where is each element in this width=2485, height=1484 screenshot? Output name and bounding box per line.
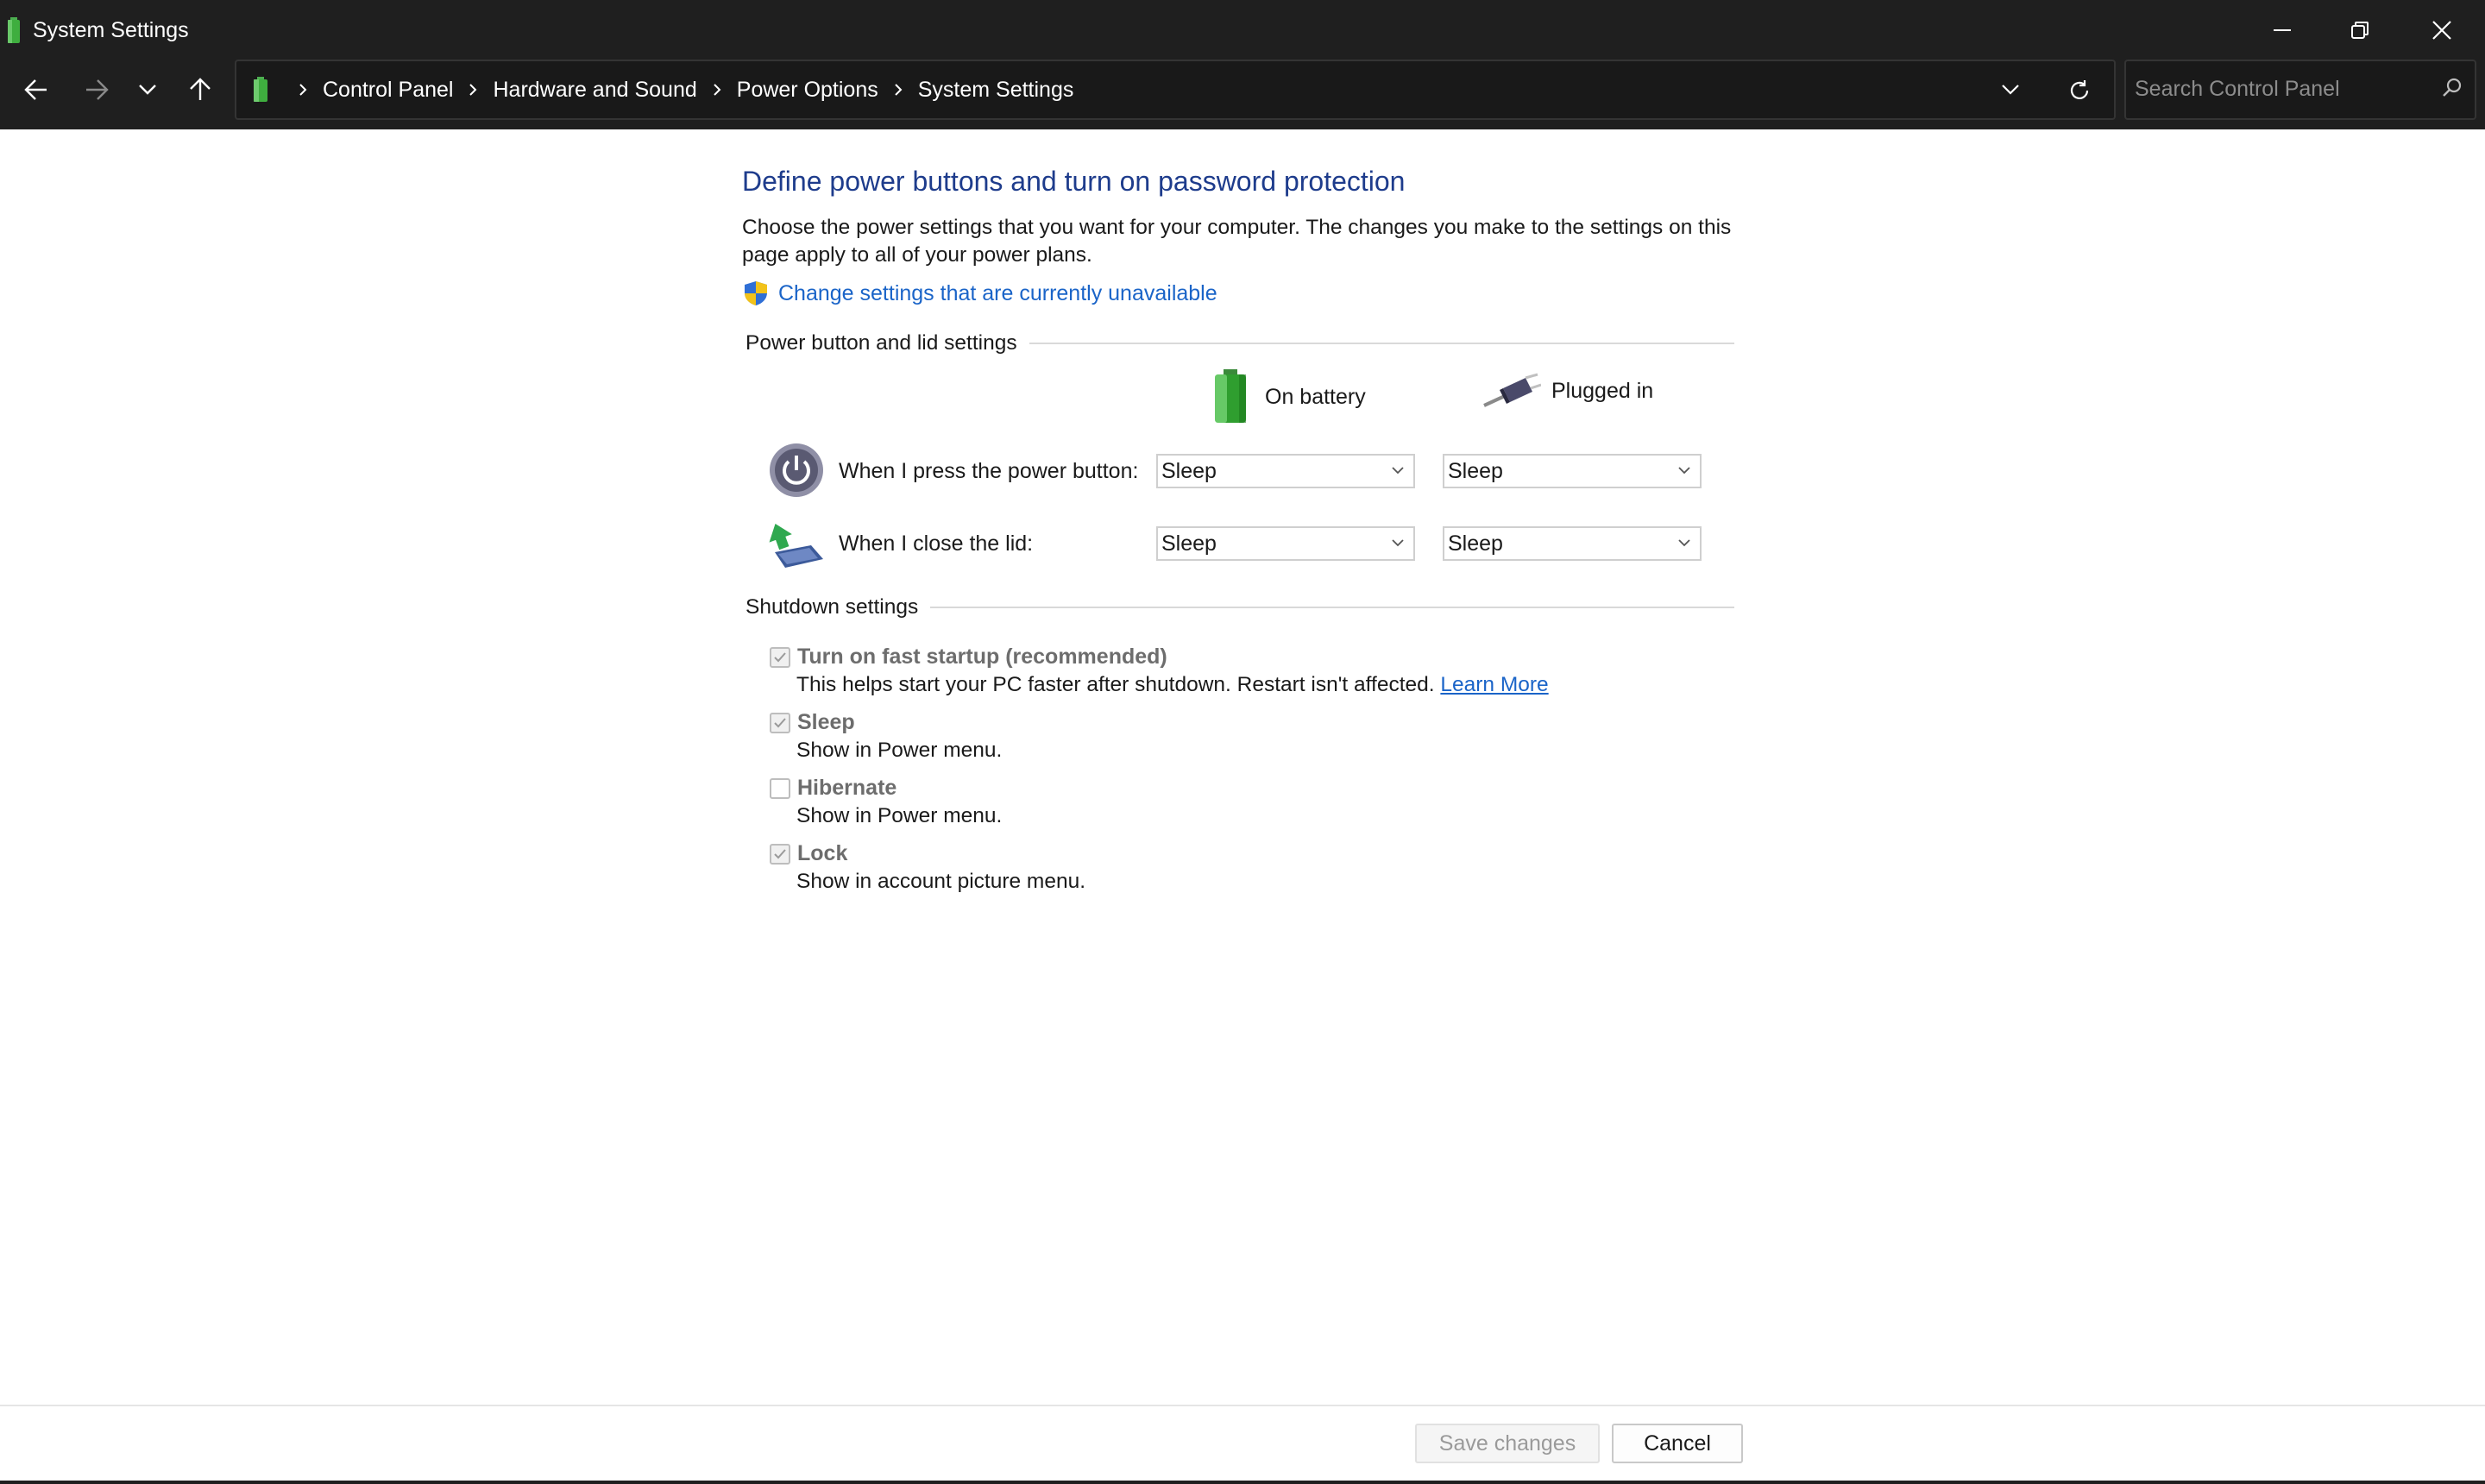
- close-icon: [2432, 21, 2451, 40]
- breadcrumb-separator-icon: [458, 83, 488, 97]
- minimize-button[interactable]: [2243, 0, 2321, 60]
- save-changes-button[interactable]: Save changes: [1415, 1424, 1600, 1463]
- checkmark-icon: [774, 718, 786, 728]
- lock-subtitle: Show in account picture menu.: [796, 870, 1086, 893]
- forward-button[interactable]: [72, 67, 121, 112]
- breadcrumb-separator-icon: [288, 83, 318, 97]
- checkmark-icon: [774, 652, 786, 663]
- chevron-down-icon: [139, 85, 156, 95]
- page-description: Choose the power settings that you want …: [742, 216, 1732, 267]
- search-icon: [2443, 78, 2462, 97]
- breadcrumb-control-panel[interactable]: Control Panel: [318, 78, 458, 103]
- fast-startup-title: Turn on fast startup (recommended): [797, 645, 1167, 669]
- sleep-subtitle: Show in Power menu.: [796, 739, 1003, 762]
- power-section-title: Power button and lid settings: [746, 331, 1029, 355]
- battery-app-icon: [8, 17, 20, 43]
- breadcrumb-power-options[interactable]: Power Options: [732, 78, 884, 103]
- power-button-on-battery-dropdown[interactable]: Sleep: [1156, 454, 1415, 488]
- dropdown-value: Sleep: [1448, 459, 1503, 483]
- close-button[interactable]: [2403, 0, 2481, 60]
- sleep-checkbox[interactable]: [770, 713, 790, 733]
- power-button-plugged-in-dropdown[interactable]: Sleep: [1443, 454, 1702, 488]
- uac-shield-icon: [745, 281, 767, 305]
- breadcrumb-separator-icon: [884, 83, 913, 97]
- hibernate-title: Hibernate: [797, 776, 897, 800]
- chevron-down-icon: [1678, 467, 1690, 475]
- refresh-icon: [2070, 80, 2089, 100]
- hibernate-subtitle: Show in Power menu.: [796, 804, 1003, 827]
- title-bar: System Settings: [0, 0, 2485, 60]
- breadcrumb-system-settings[interactable]: System Settings: [913, 78, 1079, 103]
- up-arrow-icon: [190, 78, 211, 100]
- chevron-down-icon: [1678, 539, 1690, 547]
- dropdown-value: Sleep: [1448, 531, 1503, 556]
- chevron-down-icon: [2002, 85, 2019, 95]
- minimize-icon: [2274, 29, 2291, 31]
- battery-icon: [1215, 369, 1246, 423]
- search-box[interactable]: Search Control Panel: [2124, 60, 2476, 120]
- chevron-down-icon: [1392, 467, 1404, 475]
- learn-more-link[interactable]: Learn More: [1440, 673, 1548, 696]
- footer-divider: [0, 1405, 2485, 1406]
- power-plug-icon: [1483, 373, 1541, 407]
- plugged-in-label: Plugged in: [1551, 378, 1654, 403]
- back-arrow-icon: [24, 79, 47, 100]
- breadcrumb-hardware-and-sound[interactable]: Hardware and Sound: [488, 78, 701, 103]
- window-bottom-edge: [0, 1481, 2485, 1484]
- lock-checkbox[interactable]: [770, 844, 790, 865]
- recent-locations-button[interactable]: [126, 67, 169, 112]
- dropdown-value: Sleep: [1161, 531, 1217, 556]
- power-button-icon: [770, 443, 823, 497]
- checkmark-icon: [774, 849, 786, 859]
- breadcrumb: Control Panel Hardware and Sound Power O…: [288, 61, 1079, 118]
- forward-arrow-icon: [86, 79, 109, 100]
- hibernate-checkbox[interactable]: [770, 778, 790, 799]
- chevron-down-icon: [1392, 539, 1404, 547]
- battery-location-icon: [254, 77, 267, 102]
- address-bar[interactable]: Control Panel Hardware and Sound Power O…: [235, 60, 2116, 120]
- laptop-lid-icon: [769, 523, 823, 568]
- search-input[interactable]: Search Control Panel: [2135, 77, 2340, 102]
- dropdown-value: Sleep: [1161, 459, 1217, 483]
- on-battery-label: On battery: [1265, 384, 1366, 409]
- plugged-in-column-header: Plugged in: [1481, 369, 1653, 412]
- address-history-button[interactable]: [1985, 72, 2036, 107]
- breadcrumb-separator-icon: [702, 83, 732, 97]
- close-lid-row-label: When I close the lid:: [839, 531, 1034, 556]
- fast-startup-checkbox[interactable]: [770, 647, 790, 668]
- refresh-button[interactable]: [2054, 69, 2105, 112]
- restore-icon: [2351, 22, 2369, 39]
- window-title: System Settings: [33, 18, 189, 42]
- main-content: Define power buttons and turn on passwor…: [0, 129, 2485, 1406]
- close-lid-plugged-in-dropdown[interactable]: Sleep: [1443, 526, 1702, 561]
- page-title: Define power buttons and turn on passwor…: [742, 166, 1406, 197]
- close-lid-on-battery-dropdown[interactable]: Sleep: [1156, 526, 1415, 561]
- fast-startup-subtitle: This helps start your PC faster after sh…: [796, 673, 1435, 696]
- restore-button[interactable]: [2321, 0, 2399, 60]
- power-button-row-label: When I press the power button:: [839, 459, 1139, 483]
- shutdown-section-title: Shutdown settings: [746, 595, 931, 619]
- up-button[interactable]: [176, 67, 224, 112]
- change-unavailable-settings-label[interactable]: Change settings that are currently unava…: [778, 281, 1217, 306]
- sleep-title: Sleep: [797, 710, 855, 734]
- back-button[interactable]: [12, 67, 60, 112]
- cancel-button[interactable]: Cancel: [1612, 1424, 1743, 1463]
- lock-title: Lock: [797, 841, 848, 865]
- fast-startup-description: This helps start your PC faster after sh…: [796, 673, 1549, 697]
- change-unavailable-settings-link[interactable]: Change settings that are currently unava…: [742, 280, 1217, 307]
- on-battery-column-header: On battery: [1211, 369, 1366, 424]
